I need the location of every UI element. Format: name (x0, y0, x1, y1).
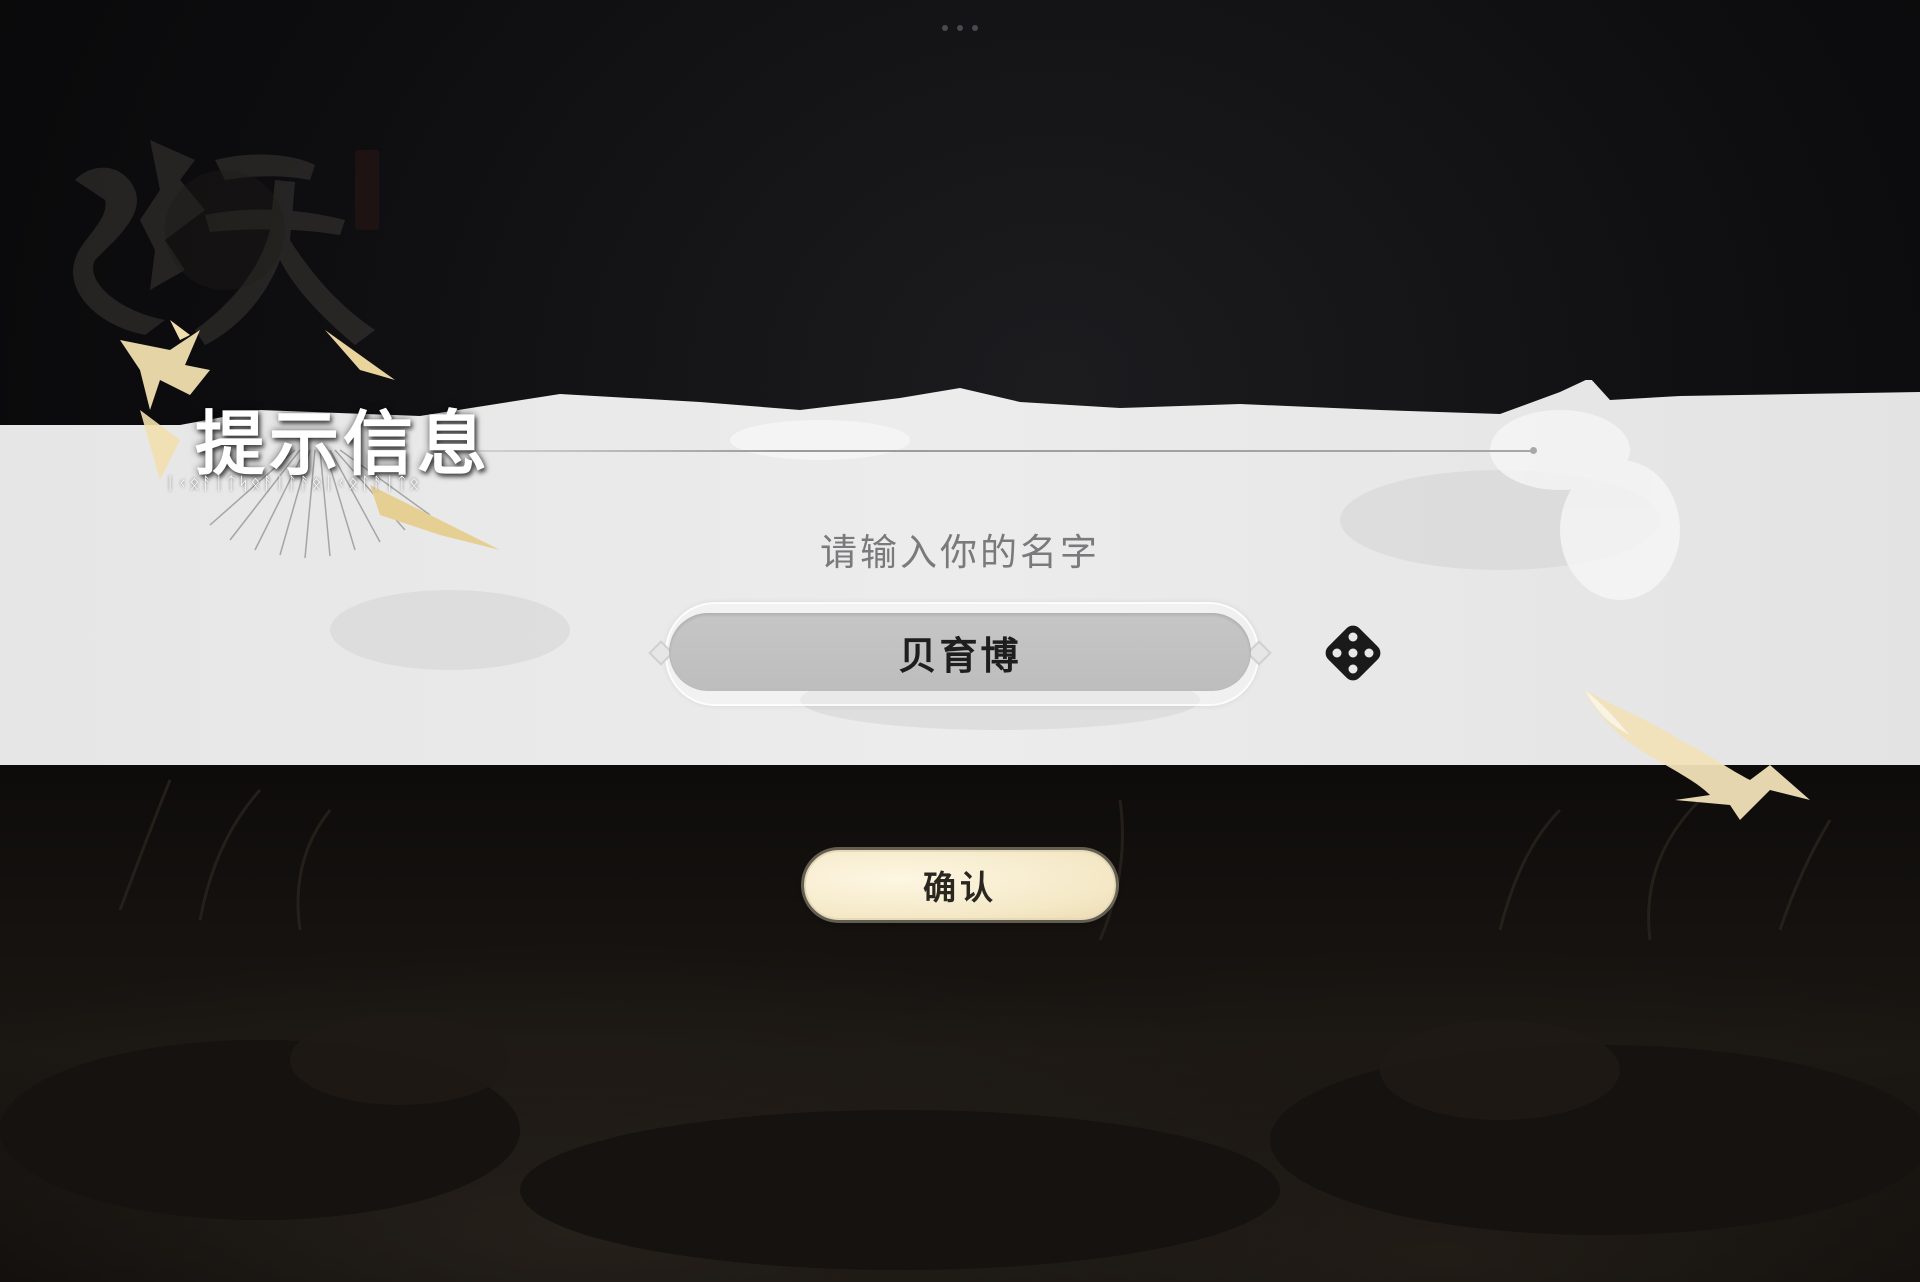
gold-ornament-right (1585, 690, 1810, 820)
name-field (645, 602, 1275, 706)
dice-icon (1325, 625, 1381, 681)
screen: 提示信息 ᛁᚲᛟᚨᛁᛏᛋᛟᚨᛁᛚᚨᛟᛁᚲᛟᛚᚨᛁᛏᛟ 请输入你的名字 确认 (0, 0, 1920, 1282)
background-scenery (0, 770, 1920, 1282)
handle-dot (942, 25, 948, 31)
handle-dot (957, 25, 963, 31)
title-divider (470, 450, 1536, 452)
title-rune-text: ᛁᚲᛟᚨᛁᛏᛋᛟᚨᛁᛚᚨᛟᛁᚲᛟᛚᚨᛁᛏᛟ (165, 474, 422, 494)
handle-dot (972, 25, 978, 31)
top-handle[interactable] (942, 24, 978, 32)
confirm-button[interactable]: 确认 (804, 850, 1116, 920)
title-divider-dot (1530, 447, 1537, 454)
random-name-button[interactable] (1318, 618, 1388, 688)
name-prompt: 请输入你的名字 (820, 531, 1100, 574)
name-input[interactable] (669, 613, 1251, 691)
